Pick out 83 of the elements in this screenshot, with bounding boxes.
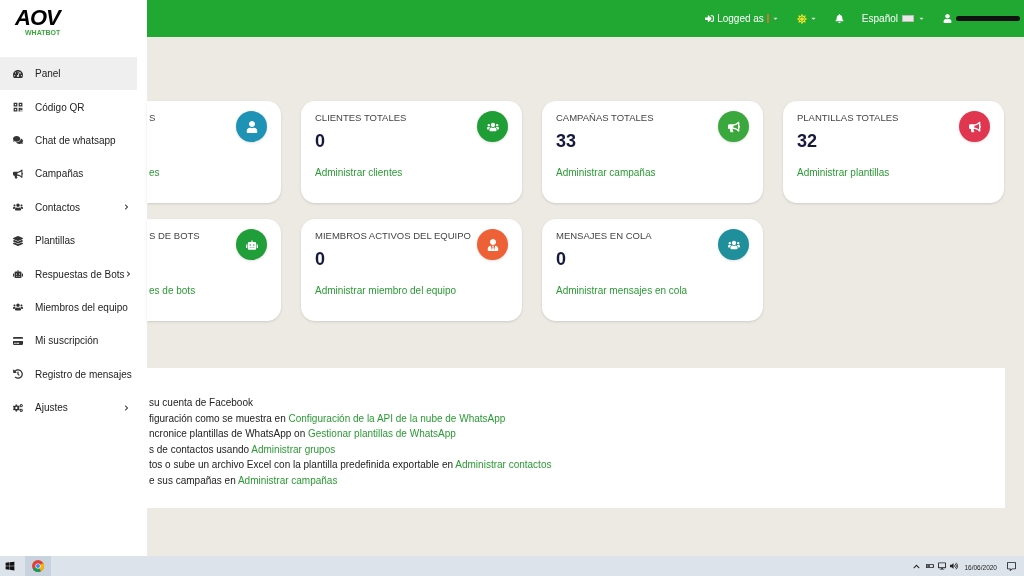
megaphone-icon — [13, 168, 23, 179]
sidebar-item[interactable]: Panel — [0, 57, 137, 91]
card-value: 0 — [556, 249, 566, 269]
instruction-link[interactable]: Configuración de la API de la nube de WhatsApp — [288, 412, 506, 424]
user-menu[interactable] — [943, 14, 1020, 23]
card-link[interactable]: Administrar plantillas — [797, 167, 890, 178]
sidebar-item[interactable]: Respuestas de Bots — [0, 257, 137, 291]
instruction-line: su cuenta de Facebook — [149, 396, 254, 410]
instruction-link[interactable]: Administrar campañas — [237, 474, 338, 486]
logo-mark: AOV — [15, 7, 60, 29]
card-value: 32 — [797, 131, 818, 151]
chat-icon — [13, 135, 23, 146]
bell-icon[interactable] — [834, 14, 844, 23]
chevron-icon — [123, 204, 129, 211]
user-icon — [486, 238, 499, 251]
sidebar-item[interactable]: Ajustes — [0, 390, 137, 425]
browser-icon — [32, 560, 44, 572]
sidebar-item[interactable]: Registro de mensajes — [0, 357, 137, 391]
instruction-line: figuración como se muestra en Configuración de la API de la nube de WhatsApp — [149, 411, 507, 426]
card-link[interactable]: Administrar clientes — [315, 167, 403, 178]
card-value: 0 — [315, 131, 325, 151]
instruction-link[interactable]: Administrar contactos — [455, 459, 552, 471]
credit-card-icon — [13, 335, 23, 346]
chevron-icon — [124, 271, 131, 278]
sidebar-item[interactable]: Plantillas — [0, 223, 137, 258]
user-icon — [245, 120, 258, 133]
instruction-link[interactable]: Gestionar plantillas de WhatsApp — [308, 428, 456, 440]
users-icon — [486, 120, 499, 133]
language-menu[interactable]: Español — [861, 11, 925, 26]
gears-icon — [13, 402, 23, 413]
chevron-icon — [123, 404, 129, 411]
windows-icon[interactable] — [5, 561, 15, 571]
card-title: CLIENTES TOTALES — [315, 112, 407, 124]
megaphone-icon — [727, 120, 740, 133]
notifications-icon[interactable] — [1007, 561, 1016, 571]
card-link[interactable]: Administrar miembro del equipo — [315, 285, 457, 296]
caret-icon — [918, 15, 925, 22]
sun-icon — [796, 13, 807, 24]
redaction-mark — [956, 16, 1020, 21]
caret-icon — [809, 15, 817, 22]
caret-icon — [771, 15, 779, 22]
card-title: MIEMBROS ACTIVOS DEL EQUIPO — [315, 230, 471, 242]
flag-icon — [902, 15, 914, 22]
users-icon — [13, 302, 23, 313]
sidebar-item[interactable]: Mi suscripción — [0, 324, 137, 358]
layers-icon — [13, 235, 23, 246]
users-icon — [13, 202, 23, 213]
sidebar-item[interactable]: Miembros del equipo — [0, 290, 137, 325]
instruction-line: s de contactos usando Administrar grupos — [149, 442, 337, 457]
users-icon — [727, 238, 740, 251]
card-title: S — [149, 112, 156, 124]
sidebar-item[interactable]: Campañas — [0, 157, 137, 191]
robot-icon — [13, 269, 23, 280]
sidebar-item[interactable]: Contactos — [0, 190, 137, 224]
user-icon — [943, 14, 952, 23]
card-value: 33 — [556, 131, 577, 151]
qr-code-icon — [13, 102, 23, 113]
volume-icon[interactable] — [950, 562, 959, 570]
card-title: CAMPAÑAS TOTALES — [556, 112, 654, 124]
instruction-link[interactable]: Administrar grupos — [251, 443, 336, 455]
card-link[interactable]: es — [149, 167, 160, 178]
chevron-up-icon[interactable] — [913, 562, 921, 570]
card-value: 0 — [315, 249, 325, 269]
sidebar-item[interactable]: Código QR — [0, 90, 137, 124]
instruction-line: tos o sube un archivo Excel con la plantilla predefinida exportable en Administrar contactos — [149, 458, 553, 473]
redaction-mark — [766, 14, 769, 23]
browser-taskbar-button[interactable] — [25, 556, 51, 576]
logged-as-menu[interactable]: Logged as — [705, 11, 779, 26]
robot-icon — [245, 238, 258, 251]
history-icon — [13, 369, 23, 380]
card-link[interactable]: es de bots — [149, 285, 196, 296]
card-title: PLANTILLAS TOTALES — [797, 112, 899, 124]
card-title: MENSAJES EN COLA — [556, 230, 652, 242]
battery-icon[interactable] — [926, 562, 935, 570]
dashboard-icon — [13, 68, 23, 79]
sign-in-icon — [705, 14, 715, 23]
instruction-line: ncronice plantillas de WhatsApp on Gestionar plantillas de WhatsApp — [149, 427, 457, 442]
card-title: S DE BOTS — [149, 230, 200, 242]
sidebar-item[interactable]: Chat de whatsapp — [0, 123, 137, 158]
instruction-line: e sus campañas en Administrar campañas — [149, 473, 339, 488]
card-link[interactable]: Administrar mensajes en cola — [556, 285, 688, 296]
card-link[interactable]: Administrar campañas — [556, 167, 656, 178]
megaphone-icon — [968, 120, 981, 133]
